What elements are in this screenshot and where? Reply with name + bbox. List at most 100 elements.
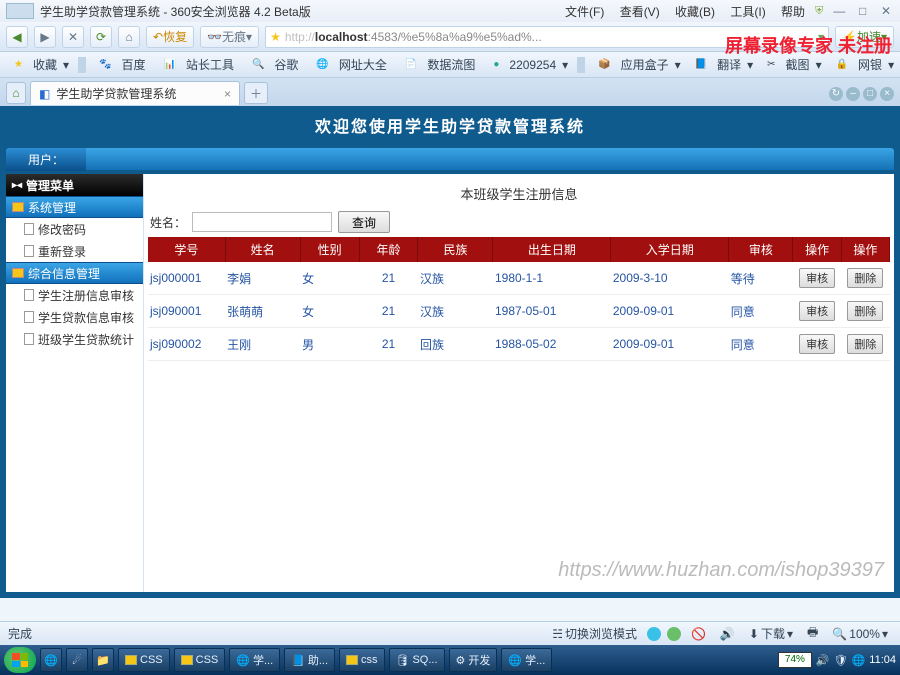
page-watermark: https://www.huzhan.com/ishop39397 [558, 559, 884, 582]
system-tray: 74% 🔊 🛡 🌐 11:04 [778, 652, 896, 668]
main-title: 本班级学生注册信息 [148, 180, 890, 207]
tab-close-icon[interactable]: × [224, 87, 231, 101]
sound-icon[interactable]: 🔊 [716, 627, 739, 641]
delete-button[interactable]: 删除 [847, 268, 883, 288]
tab-title: 学生助学贷款管理系统 [56, 85, 176, 102]
clock[interactable]: 11:04 [869, 654, 896, 666]
quick-launch-icon[interactable]: ☄ [66, 648, 88, 672]
delete-button[interactable]: 删除 [847, 301, 883, 321]
sidebar-cat-info[interactable]: 综合信息管理 [6, 262, 143, 284]
tab-bar: ⌂ ◧ 学生助学贷款管理系统 × ＋ ↻–□× [0, 78, 900, 106]
close-icon[interactable]: ✕ [878, 4, 894, 18]
sidebar-item-loaninfo[interactable]: 学生贷款信息审核 [6, 306, 143, 328]
audit-button[interactable]: 审核 [799, 301, 835, 321]
app-root: 欢迎您使用学生助学贷款管理系统 用户： ▸◂管理菜单 系统管理 修改密码 重新登… [0, 106, 900, 598]
tray-icon[interactable]: 🔊 [816, 654, 830, 667]
window-title: 学生助学贷款管理系统 - 360安全浏览器 4.2 Beta版 [40, 3, 311, 20]
battery-indicator[interactable]: 74% [778, 652, 812, 668]
zoom-control[interactable]: 🔍 100% ▾ [828, 627, 892, 641]
bm-gg[interactable]: 🔍谷歌 [244, 52, 306, 77]
doc-icon [24, 223, 34, 235]
stop-button[interactable]: ✕ [62, 26, 84, 48]
page-icon: ◧ [39, 87, 50, 101]
task-item[interactable]: 🌐学... [229, 648, 280, 672]
shield-icon[interactable]: ⛨ [815, 5, 823, 18]
forward-button[interactable]: ▶ [34, 26, 56, 48]
doc-icon [24, 333, 34, 345]
sidebar-item-relogin[interactable]: 重新登录 [6, 240, 143, 262]
search-button[interactable]: 查询 [338, 211, 390, 233]
task-item[interactable]: 🛢SQ... [389, 648, 445, 672]
fav-button[interactable]: ★收藏 ▾ [6, 52, 73, 77]
task-item[interactable]: CSS [118, 648, 170, 672]
task-item[interactable]: 📘助... [284, 648, 335, 672]
popup-block-icon[interactable]: 🚫 [687, 627, 710, 641]
bm-num[interactable]: ●2209254 ▾ [485, 54, 572, 76]
start-button[interactable] [4, 647, 36, 673]
user-label: 用户： [6, 148, 86, 171]
task-item[interactable]: 🌐学... [501, 648, 552, 672]
bm-wz[interactable]: 🌐网址大全 [308, 52, 394, 77]
tab-controls[interactable]: ↻–□× [826, 85, 894, 101]
name-input[interactable] [192, 212, 332, 232]
restore-button[interactable]: ↶ 恢复 [146, 26, 194, 48]
home-tab-icon[interactable]: ⌂ [6, 82, 26, 104]
sidebar-item-reginfo[interactable]: 学生注册信息审核 [6, 284, 143, 306]
print-icon[interactable]: 🖶 [803, 623, 822, 644]
table-row: jsj090001张萌萌女21汉族1987-05-012009-09-01同意 … [148, 295, 890, 328]
folder-icon [12, 202, 24, 212]
delete-button[interactable]: 删除 [847, 334, 883, 354]
maximize-icon[interactable]: □ [855, 4, 871, 18]
globe-icon[interactable] [647, 627, 661, 641]
browser-toolbar: ◀ ▶ ✕ ⟳ ⌂ ↶ 恢复 👓 无痕 ▾ ★ http://localhost… [0, 22, 900, 52]
table-row: jsj000001李娟女21汉族1980-1-12009-3-10等待 审核 删… [148, 262, 890, 295]
star-icon[interactable]: ★ [270, 30, 281, 44]
home-button[interactable]: ⌂ [118, 26, 140, 48]
tray-icon[interactable]: 🛡 [834, 654, 848, 667]
user-bar: 用户： [6, 148, 894, 170]
windows-taskbar: 🌐 ☄ 📁 CSS CSS 🌐学... 📘助... css 🛢SQ... ⚙开发… [0, 645, 900, 675]
sidebar-header: ▸◂管理菜单 [6, 174, 143, 196]
bm-baidu[interactable]: 🐾百度 [91, 52, 153, 77]
search-label: 姓名： [150, 214, 186, 231]
mode-switch[interactable]: ☵ 切换浏览模式 [548, 625, 641, 642]
active-tab[interactable]: ◧ 学生助学贷款管理系统 × [30, 81, 240, 105]
bm-sj[interactable]: 📄数据流图 [397, 52, 483, 77]
minimize-icon[interactable]: — [831, 4, 847, 18]
student-table: 学号姓名性别年龄民族出生日期入学日期审核操作操作 jsj000001李娟女21汉… [148, 237, 890, 361]
task-item[interactable]: CSS [174, 648, 226, 672]
safe-icon[interactable] [667, 627, 681, 641]
quick-launch-icon[interactable]: 📁 [92, 648, 114, 672]
download-button[interactable]: ⬇ 下载 ▾ [745, 625, 797, 642]
bm-yy[interactable]: 📦应用盒子 ▾ [590, 52, 685, 77]
sidebar-cat-system[interactable]: 系统管理 [6, 196, 143, 218]
app-banner: 欢迎您使用学生助学贷款管理系统 [0, 106, 900, 144]
doc-icon [24, 311, 34, 323]
doc-icon [24, 245, 34, 257]
tray-icon[interactable]: 🌐 [852, 654, 866, 667]
sidebar: ▸◂管理菜单 系统管理 修改密码 重新登录 综合信息管理 学生注册信息审核 学生… [6, 174, 144, 592]
browser-menu[interactable]: 文件(F) 查看(V) 收藏(B) 工具(I) 帮助 [559, 3, 811, 20]
doc-icon [24, 289, 34, 301]
reload-button[interactable]: ⟳ [90, 26, 112, 48]
overlay-watermark: 屏幕录像专家 未注册 [725, 32, 892, 58]
task-item[interactable]: css [339, 648, 385, 672]
sidebar-item-password[interactable]: 修改密码 [6, 218, 143, 240]
table-header-row: 学号姓名性别年龄民族出生日期入学日期审核操作操作 [148, 237, 890, 262]
audit-button[interactable]: 审核 [799, 268, 835, 288]
incognito-button[interactable]: 👓 无痕 ▾ [200, 26, 259, 48]
table-row: jsj090002王刚男21回族1988-05-022009-09-01同意 审… [148, 328, 890, 361]
task-item[interactable]: ⚙开发 [449, 648, 498, 672]
back-button[interactable]: ◀ [6, 26, 28, 48]
bm-zz[interactable]: 📊站长工具 [155, 52, 241, 77]
new-tab-button[interactable]: ＋ [244, 82, 268, 104]
browser-statusbar: 完成 ☵ 切换浏览模式 🚫 🔊 ⬇ 下载 ▾ 🖶 🔍 100% ▾ [0, 621, 900, 645]
main-panel: 本班级学生注册信息 姓名： 查询 学号姓名性别年龄民族出生日期入学日期审核操作操… [144, 174, 894, 592]
quick-launch-icon[interactable]: 🌐 [40, 648, 62, 672]
sidebar-item-loanstat[interactable]: 班级学生贷款统计 [6, 328, 143, 350]
browser-logo [6, 3, 34, 19]
audit-button[interactable]: 审核 [799, 334, 835, 354]
browser-titlebar: 学生助学贷款管理系统 - 360安全浏览器 4.2 Beta版 文件(F) 查看… [0, 0, 900, 22]
status-done: 完成 [8, 625, 32, 642]
folder-icon [12, 268, 24, 278]
